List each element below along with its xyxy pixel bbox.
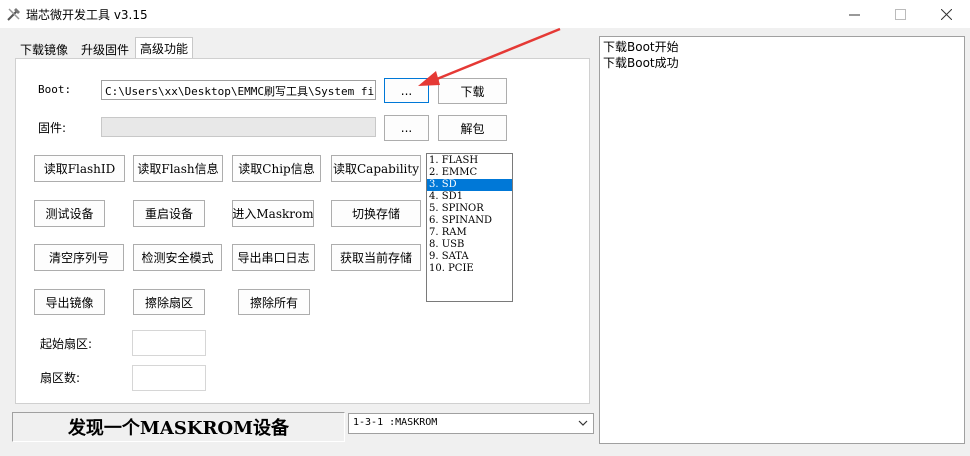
app-tools-icon — [7, 8, 20, 21]
get-current-storage-button[interactable]: 获取当前存储 — [331, 244, 421, 271]
read-chip-info-button[interactable]: 读取Chip信息 — [232, 155, 321, 182]
clear-serial-button[interactable]: 清空序列号 — [34, 244, 124, 271]
sector-count-label: 扇区数: — [40, 371, 81, 385]
tab-upgrade-firmware[interactable]: 升级固件 — [76, 38, 134, 58]
annotation-arrow-icon — [418, 27, 561, 86]
firmware-path-input[interactable] — [101, 117, 376, 137]
firmware-browse-button[interactable]: ... — [384, 115, 429, 141]
reboot-device-button[interactable]: 重启设备 — [133, 200, 205, 227]
storage-option-ram[interactable]: 7. RAM — [427, 227, 512, 239]
test-device-button[interactable]: 测试设备 — [34, 200, 105, 227]
device-status-text: 发现一个MASKROM设备 — [12, 412, 345, 442]
maximize-icon — [894, 8, 906, 20]
close-button[interactable] — [923, 0, 969, 28]
chevron-down-icon — [578, 420, 588, 426]
window-title: 瑞芯微开发工具 v3.15 — [26, 8, 148, 22]
start-sector-label: 起始扇区: — [40, 337, 93, 351]
enter-maskrom-button[interactable]: 进入Maskrom — [232, 200, 314, 227]
check-secure-mode-button[interactable]: 检测安全模式 — [133, 244, 222, 271]
minimize-button[interactable] — [831, 0, 877, 28]
storage-option-usb[interactable]: 8. USB — [427, 239, 512, 251]
start-sector-input[interactable] — [132, 330, 206, 356]
log-line: 下载Boot成功 — [603, 56, 679, 70]
boot-path-input[interactable]: C:\Users\xx\Desktop\EMMC刷写工具\System file… — [101, 80, 376, 100]
erase-all-button[interactable]: 擦除所有 — [238, 289, 310, 315]
sector-count-input[interactable] — [132, 365, 206, 391]
erase-sector-button[interactable]: 擦除扇区 — [133, 289, 205, 315]
unpack-button[interactable]: 解包 — [438, 115, 507, 141]
log-line: 下载Boot开始 — [603, 40, 679, 54]
boot-label: Boot: — [38, 83, 72, 96]
minimize-icon — [848, 14, 860, 15]
tab-download-image[interactable]: 下载镜像 — [15, 38, 73, 58]
device-select-value: 1-3-1 :MASKROM — [353, 417, 438, 428]
storage-option-flash[interactable]: 1. FLASH — [427, 155, 512, 167]
storage-option-sata[interactable]: 9. SATA — [427, 251, 512, 263]
maximize-button[interactable] — [877, 0, 923, 28]
read-capability-button[interactable]: 读取Capability — [331, 155, 421, 182]
log-output[interactable]: 下载Boot开始 下载Boot成功 — [599, 36, 965, 444]
storage-option-pcie[interactable]: 10. PCIE — [427, 263, 512, 275]
export-image-button[interactable]: 导出镜像 — [34, 289, 105, 315]
storage-option-emmc[interactable]: 2. EMMC — [427, 167, 512, 179]
storage-option-spinand[interactable]: 6. SPINAND — [427, 215, 512, 227]
tab-advanced[interactable]: 高级功能 — [135, 37, 194, 59]
storage-option-sd[interactable]: 3. SD — [427, 179, 512, 191]
read-flash-id-button[interactable]: 读取FlashID — [34, 155, 125, 182]
device-select-combo[interactable]: 1-3-1 :MASKROM — [348, 413, 594, 434]
read-flash-info-button[interactable]: 读取Flash信息 — [133, 155, 223, 182]
storage-option-sd1[interactable]: 4. SD1 — [427, 191, 512, 203]
storage-listbox[interactable]: 1. FLASH 2. EMMC 3. SD 4. SD1 5. SPINOR … — [426, 153, 513, 302]
export-serial-log-button[interactable]: 导出串口日志 — [232, 244, 315, 271]
switch-storage-button[interactable]: 切换存储 — [331, 200, 421, 227]
close-icon — [940, 8, 952, 20]
storage-option-spinor[interactable]: 5. SPINOR — [427, 203, 512, 215]
firmware-label: 固件: — [38, 121, 67, 135]
